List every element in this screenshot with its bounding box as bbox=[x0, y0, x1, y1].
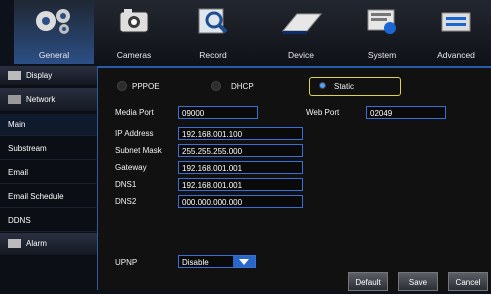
cancel-button[interactable]: Cancel bbox=[448, 272, 488, 291]
sidebar-item-label: Main bbox=[8, 120, 26, 129]
tab-system-label: System bbox=[367, 50, 397, 60]
tab-general-label: General bbox=[38, 50, 70, 60]
tab-cameras-label: Cameras bbox=[116, 50, 152, 60]
dvr-settings-screen: General Cameras Record Device System Adv… bbox=[0, 0, 491, 294]
tab-record-label: Record bbox=[199, 50, 227, 60]
sidebar-item-label: Substream bbox=[8, 144, 47, 153]
static-radio[interactable] bbox=[319, 82, 326, 89]
web-port-field[interactable]: 02049 bbox=[366, 106, 446, 119]
media-port-label: Media Port bbox=[115, 108, 154, 117]
dns1-field[interactable]: 192.168.001.001 bbox=[178, 178, 303, 191]
subnet-mask-field[interactable]: 255.255.255.000 bbox=[178, 144, 303, 157]
system-icon bbox=[367, 9, 396, 34]
dhcp-label: DHCP bbox=[231, 82, 254, 91]
tab-cameras[interactable]: Cameras bbox=[94, 0, 174, 64]
top-navigation: General Cameras Record Device System Adv… bbox=[14, 0, 491, 64]
sidebar-item-substream[interactable]: Substream bbox=[0, 138, 97, 160]
network-icon bbox=[8, 95, 21, 105]
ip-address-label: IP Address bbox=[115, 129, 154, 138]
network-main-panel: PPPOE DHCP Static Media Port 09000 Web P… bbox=[97, 66, 491, 291]
pppoe-label: PPPOE bbox=[132, 82, 160, 91]
dns1-label: DNS1 bbox=[115, 180, 137, 189]
tab-device[interactable]: Device bbox=[261, 0, 341, 64]
sidebar-item-label: Alarm bbox=[26, 239, 47, 248]
dns2-label: DNS2 bbox=[115, 197, 137, 206]
gateway-field[interactable]: 192.168.001.001 bbox=[178, 161, 303, 174]
sidebar-item-alarm[interactable]: Alarm bbox=[0, 233, 97, 255]
upnp-value: Disable bbox=[182, 258, 209, 267]
tab-system[interactable]: System bbox=[342, 0, 422, 64]
media-port-field[interactable]: 09000 bbox=[178, 106, 258, 119]
record-icon bbox=[198, 8, 228, 34]
settings-sidebar: Display Network Main Substream Email Ema… bbox=[0, 66, 97, 294]
tab-record[interactable]: Record bbox=[173, 0, 253, 64]
monitor-icon bbox=[8, 71, 21, 81]
dns2-field[interactable]: 000.000.000.000 bbox=[178, 195, 303, 208]
gears-icon bbox=[36, 9, 70, 34]
sidebar-item-email-schedule[interactable]: Email Schedule bbox=[0, 186, 97, 208]
device-icon bbox=[281, 13, 323, 34]
sidebar-item-email[interactable]: Email bbox=[0, 162, 97, 184]
tab-advanced-label: Advanced bbox=[437, 50, 475, 60]
tab-device-label: Device bbox=[288, 50, 314, 60]
chevron-down-icon bbox=[233, 256, 255, 267]
sidebar-item-display[interactable]: Display bbox=[0, 66, 97, 85]
sidebar-item-ddns[interactable]: DDNS bbox=[0, 210, 97, 232]
sidebar-item-label: Display bbox=[26, 71, 53, 80]
alarm-icon bbox=[8, 239, 21, 249]
gateway-label: Gateway bbox=[115, 163, 147, 172]
camera-icon bbox=[119, 9, 149, 33]
sidebar-item-label: Network bbox=[26, 95, 56, 104]
sidebar-item-label: Email bbox=[8, 168, 29, 177]
sidebar-item-label: DDNS bbox=[8, 216, 31, 225]
subnet-mask-label: Subnet Mask bbox=[115, 146, 162, 155]
pppoe-radio[interactable] bbox=[117, 81, 127, 91]
sidebar-item-main[interactable]: Main bbox=[0, 114, 97, 136]
ip-address-field[interactable]: 192.168.001.100 bbox=[178, 127, 303, 140]
tab-advanced[interactable]: Advanced bbox=[421, 0, 491, 64]
advanced-icon bbox=[441, 12, 471, 32]
static-label: Static bbox=[334, 82, 355, 91]
save-button[interactable]: Save bbox=[398, 272, 438, 291]
upnp-dropdown[interactable]: Disable bbox=[178, 255, 256, 268]
dhcp-radio[interactable] bbox=[211, 81, 221, 91]
web-port-label: Web Port bbox=[306, 108, 340, 117]
tab-general[interactable]: General bbox=[14, 0, 94, 64]
default-button[interactable]: Default bbox=[348, 272, 388, 291]
sidebar-item-label: Email Schedule bbox=[8, 192, 64, 201]
upnp-label: UPNP bbox=[115, 258, 138, 267]
sidebar-item-network[interactable]: Network bbox=[0, 88, 97, 111]
